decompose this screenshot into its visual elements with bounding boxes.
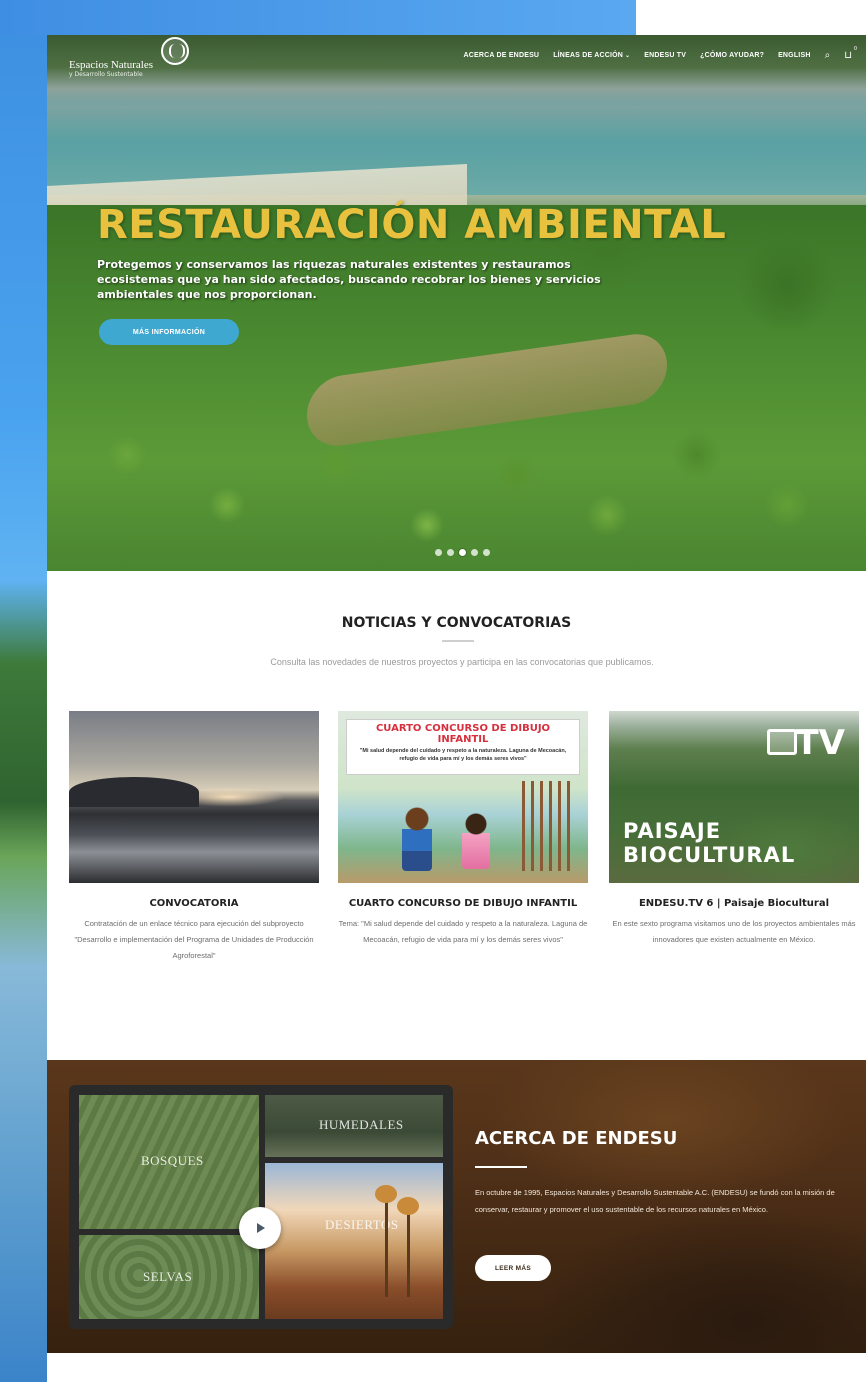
card-image-landscape[interactable]: TV PAISAJE BIOCULTURAL (609, 711, 859, 883)
news-card-convocatoria: CONVOCATORIA Contratación de un enlace t… (69, 711, 319, 964)
slider-dot-2[interactable] (447, 549, 454, 556)
about-title: ACERCA DE ENDESU (475, 1128, 678, 1149)
logo-text: Espacios Naturales (69, 59, 153, 71)
menu-item-acerca[interactable]: ACERCA DE ENDESU (464, 52, 540, 59)
tv-icon (767, 729, 797, 755)
menu-item-endesu-tv[interactable]: ENDESU TV (644, 52, 686, 59)
news-card-concurso: CUARTO CONCURSO DE DIBUJO INFANTIL "Mi s… (338, 711, 588, 948)
news-card-endesu-tv: TV PAISAJE BIOCULTURAL ENDESU.TV 6 | Pai… (609, 711, 859, 948)
tv-logo-text: TV (795, 723, 845, 763)
card-image-mountain (69, 777, 199, 807)
search-icon[interactable]: ⌕ (825, 50, 831, 61)
main-navigation: Espacios Naturales y Desarrollo Sustenta… (47, 35, 866, 105)
site-logo[interactable]: Espacios Naturales y Desarrollo Sustenta… (69, 37, 209, 85)
news-section-title: NOTICIAS Y CONVOCATORIAS (341, 615, 572, 631)
menu-item-english[interactable]: ENGLISH (778, 52, 811, 59)
logo-subtext: y Desarrollo Sustentable (69, 71, 143, 78)
cartoon-girl (462, 813, 490, 869)
menu-bar: ACERCA DE ENDESU LÍNEAS DE ACCIÓN ⌄ ENDES… (464, 46, 857, 61)
hero-slider: Espacios Naturales y Desarrollo Sustenta… (47, 35, 866, 571)
hero-title: RESTAURACIÓN AMBIENTAL (97, 202, 727, 248)
hero-text: Protegemos y conservamos las riquezas na… (97, 258, 601, 301)
card-description: Contratación de un enlace técnico para e… (74, 919, 314, 960)
cart-count: 0 (853, 46, 857, 52)
card-title[interactable]: CONVOCATORIA (69, 895, 319, 912)
desert-plant (397, 1197, 419, 1297)
news-title-divider (442, 640, 474, 642)
slider-dot-3[interactable] (459, 549, 466, 556)
slider-dot-5[interactable] (483, 549, 490, 556)
card-description: Tema: "Mi salud depende del cuidado y re… (338, 919, 588, 944)
collage-tile-humedales: HUMEDALES (265, 1095, 443, 1157)
backdrop-white (636, 0, 866, 35)
overlay-line-1: PAISAJE (623, 819, 722, 843)
collage-tile-selvas: SELVAS (79, 1235, 259, 1319)
card-image-drawing-contest[interactable]: CUARTO CONCURSO DE DIBUJO INFANTIL "Mi s… (338, 711, 588, 883)
about-section: BOSQUES HUMEDALES DESIERTOS SELVAS ACERC… (47, 1060, 866, 1353)
menu-item-lineas[interactable]: LÍNEAS DE ACCIÓN ⌄ (553, 52, 630, 59)
desert-plant (375, 1185, 397, 1297)
website-page: Espacios Naturales y Desarrollo Sustenta… (47, 35, 866, 1353)
backdrop-photo-top (0, 0, 636, 35)
slider-dots (435, 549, 490, 556)
chevron-down-icon: ⌄ (625, 53, 631, 59)
logo-leaf-icon (161, 37, 189, 65)
about-title-divider (475, 1166, 527, 1168)
collage-tile-bosques: BOSQUES (79, 1095, 259, 1229)
menu-item-como-ayudar[interactable]: ¿CÓMO AYUDAR? (700, 52, 764, 59)
tile-label: BOSQUES (141, 1153, 204, 1168)
play-icon[interactable] (239, 1207, 281, 1249)
card-title[interactable]: CUARTO CONCURSO DE DIBUJO INFANTIL (338, 895, 588, 912)
card-description: En este sexto programa visitamos uno de … (612, 919, 856, 944)
card-image-overlay: PAISAJE BIOCULTURAL (623, 819, 795, 867)
read-more-button[interactable]: LEER MÁS (475, 1255, 551, 1281)
slider-dot-1[interactable] (435, 549, 442, 556)
contest-banner: CUARTO CONCURSO DE DIBUJO INFANTIL "Mi s… (346, 719, 580, 775)
about-text: En octubre de 1995, Espacios Naturales y… (475, 1188, 835, 1214)
backdrop-photo-left (0, 0, 47, 1382)
tile-label: HUMEDALES (319, 1117, 404, 1132)
video-collage[interactable]: BOSQUES HUMEDALES DESIERTOS SELVAS (69, 1085, 453, 1329)
more-info-button[interactable]: MÁS INFORMACIÓN (99, 319, 239, 345)
card-image-sunrise[interactable] (69, 711, 319, 883)
news-section-subtitle: Consulta las novedades de nuestros proye… (270, 657, 654, 667)
collage-tile-desiertos: DESIERTOS (265, 1163, 443, 1319)
overlay-line-2: BIOCULTURAL (623, 843, 796, 867)
tile-label: SELVAS (143, 1269, 193, 1284)
cartoon-boy (402, 807, 432, 871)
contest-banner-title: CUARTO CONCURSO DE DIBUJO INFANTIL (375, 723, 551, 745)
contest-banner-text: "Mi salud depende del cuidado y respeto … (359, 748, 567, 762)
card-title[interactable]: ENDESU.TV 6 | Paisaje Biocultural (609, 895, 859, 912)
cart-icon[interactable]: ⊔ 0 (844, 46, 857, 61)
cartoon-mangrove (522, 781, 572, 871)
slider-dot-4[interactable] (471, 549, 478, 556)
